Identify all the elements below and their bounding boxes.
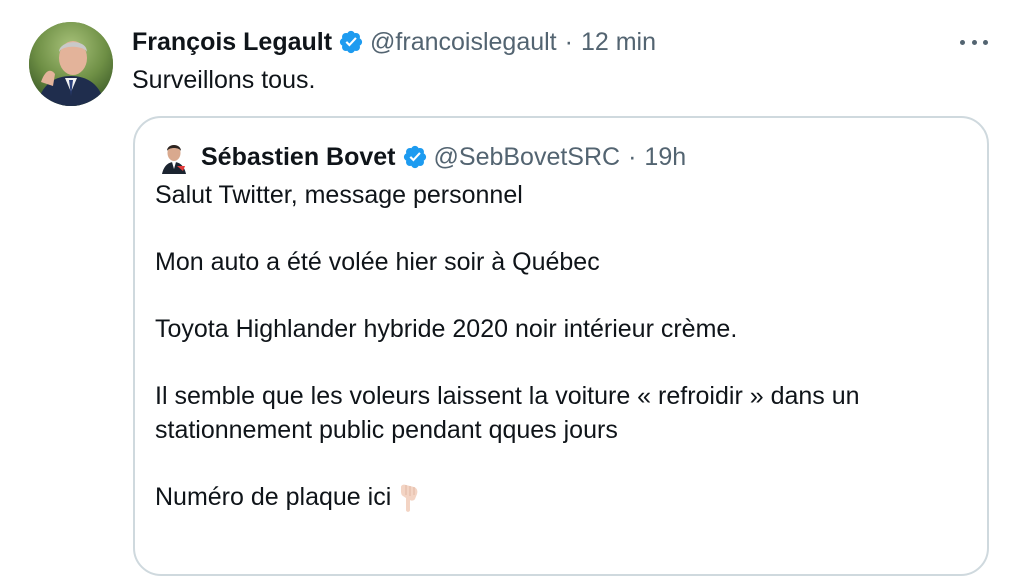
quoted-paragraph: Il semble que les voleurs laissent la vo… [155,382,860,444]
tweet-timestamp[interactable]: 12 min [581,28,656,57]
quoted-author-name[interactable]: Sébastien Bovet [201,143,396,172]
pointing-down-hand-icon [397,483,421,513]
verified-badge-icon [402,144,428,170]
verified-badge-icon [338,29,364,55]
quoted-paragraph-last: Numéro de plaque ici [155,480,975,514]
more-options-icon[interactable] [960,32,988,52]
quoted-tweet[interactable]: Sébastien Bovet @SebBovetSRC · 19h Salut… [133,116,989,576]
quoted-paragraph: Toyota Highlander hybride 2020 noir inté… [155,315,738,343]
quoted-paragraph: Salut Twitter, message personnel [155,181,523,209]
avatar[interactable] [29,22,113,106]
separator-dot: · [564,27,573,56]
quoted-tweet-header: Sébastien Bovet @SebBovetSRC · 19h [159,140,686,174]
quoted-paragraph: Mon auto a été volée hier soir à Québec [155,248,600,276]
quoted-timestamp[interactable]: 19h [644,143,686,172]
tweet-header: François Legault @francoislegault · 12 m… [132,26,656,58]
quoted-tweet-text: Salut Twitter, message personnel Mon aut… [155,178,975,547]
quoted-author-handle[interactable]: @SebBovetSRC [434,143,621,172]
tweet[interactable]: François Legault @francoislegault · 12 m… [0,0,1018,576]
tweet-text: Surveillons tous. [132,66,316,94]
separator-dot: · [628,142,637,171]
author-handle[interactable]: @francoislegault [370,28,557,57]
quoted-paragraph: Numéro de plaque ici [155,483,392,511]
quoted-avatar[interactable] [159,140,189,174]
author-name[interactable]: François Legault [132,28,332,57]
